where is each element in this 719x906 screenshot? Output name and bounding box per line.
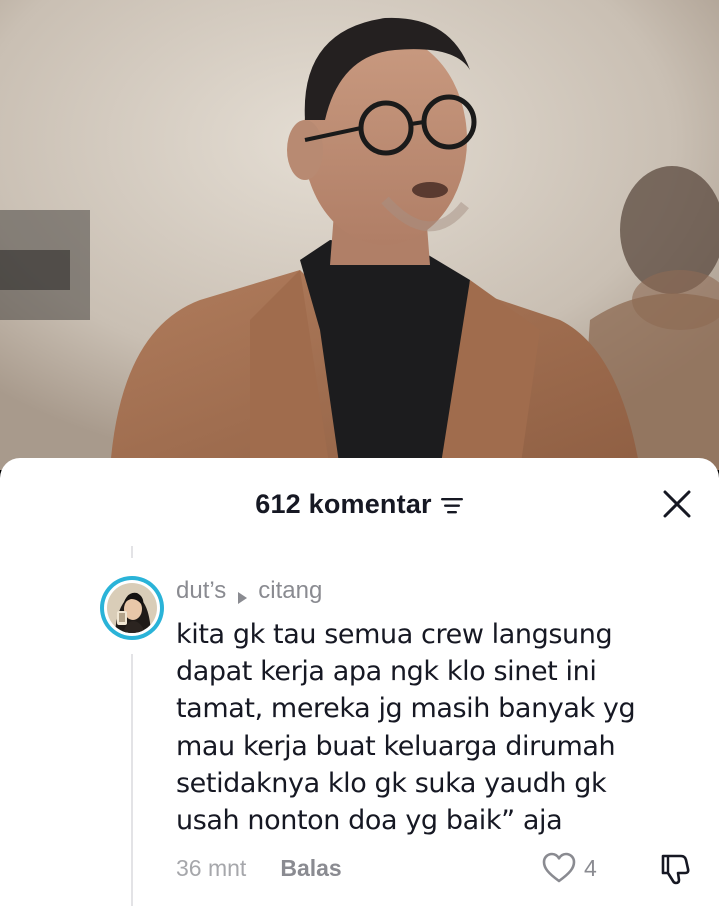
reply-to-arrow-icon xyxy=(236,584,248,604)
comment-timestamp: 36 mnt xyxy=(176,854,247,881)
comment-text-line: kita gk tau semua crew langsung xyxy=(176,619,613,650)
comment-text-line: mau kerja buat keluarga dirumah xyxy=(176,730,616,762)
thread-line xyxy=(131,654,133,906)
comment-text-line: usah nonton doa yg baik” aja xyxy=(176,805,563,837)
avatar[interactable] xyxy=(100,576,164,640)
like-count: 4 xyxy=(584,854,597,881)
heart-icon xyxy=(542,852,576,883)
comments-sheet: 612 komentar dut’s citang kita gk tau se… xyxy=(0,458,719,906)
comment-text-line: setidaknya klo gk suka yaudh gk xyxy=(176,767,607,799)
comment-text: kita gk tau semua crew langsung dapat ke… xyxy=(176,616,676,839)
reply-button[interactable]: Balas xyxy=(280,855,341,882)
sort-lines-icon[interactable] xyxy=(440,496,464,516)
avatar-image xyxy=(107,583,157,633)
comments-header: 612 komentar xyxy=(0,486,719,522)
dislike-icon[interactable] xyxy=(657,852,691,886)
reply-to-username[interactable]: citang xyxy=(258,577,322,605)
video-frame[interactable] xyxy=(0,0,719,470)
video-still-image xyxy=(0,0,719,470)
close-icon[interactable] xyxy=(661,488,693,520)
comment-text-line: tamat, mereka jg masih banyak yg xyxy=(176,693,636,725)
like-button[interactable]: 4 xyxy=(542,852,597,884)
comment-text-line: dapat kerja apa ngk klo sinet ini xyxy=(176,656,597,688)
comment-meta: 36 mnt Balas xyxy=(176,853,342,883)
comment-username[interactable]: dut’s xyxy=(176,577,226,605)
thread-line-top xyxy=(131,546,133,558)
comment-header: dut’s citang xyxy=(176,576,322,606)
comments-count-title: 612 komentar xyxy=(255,488,432,519)
